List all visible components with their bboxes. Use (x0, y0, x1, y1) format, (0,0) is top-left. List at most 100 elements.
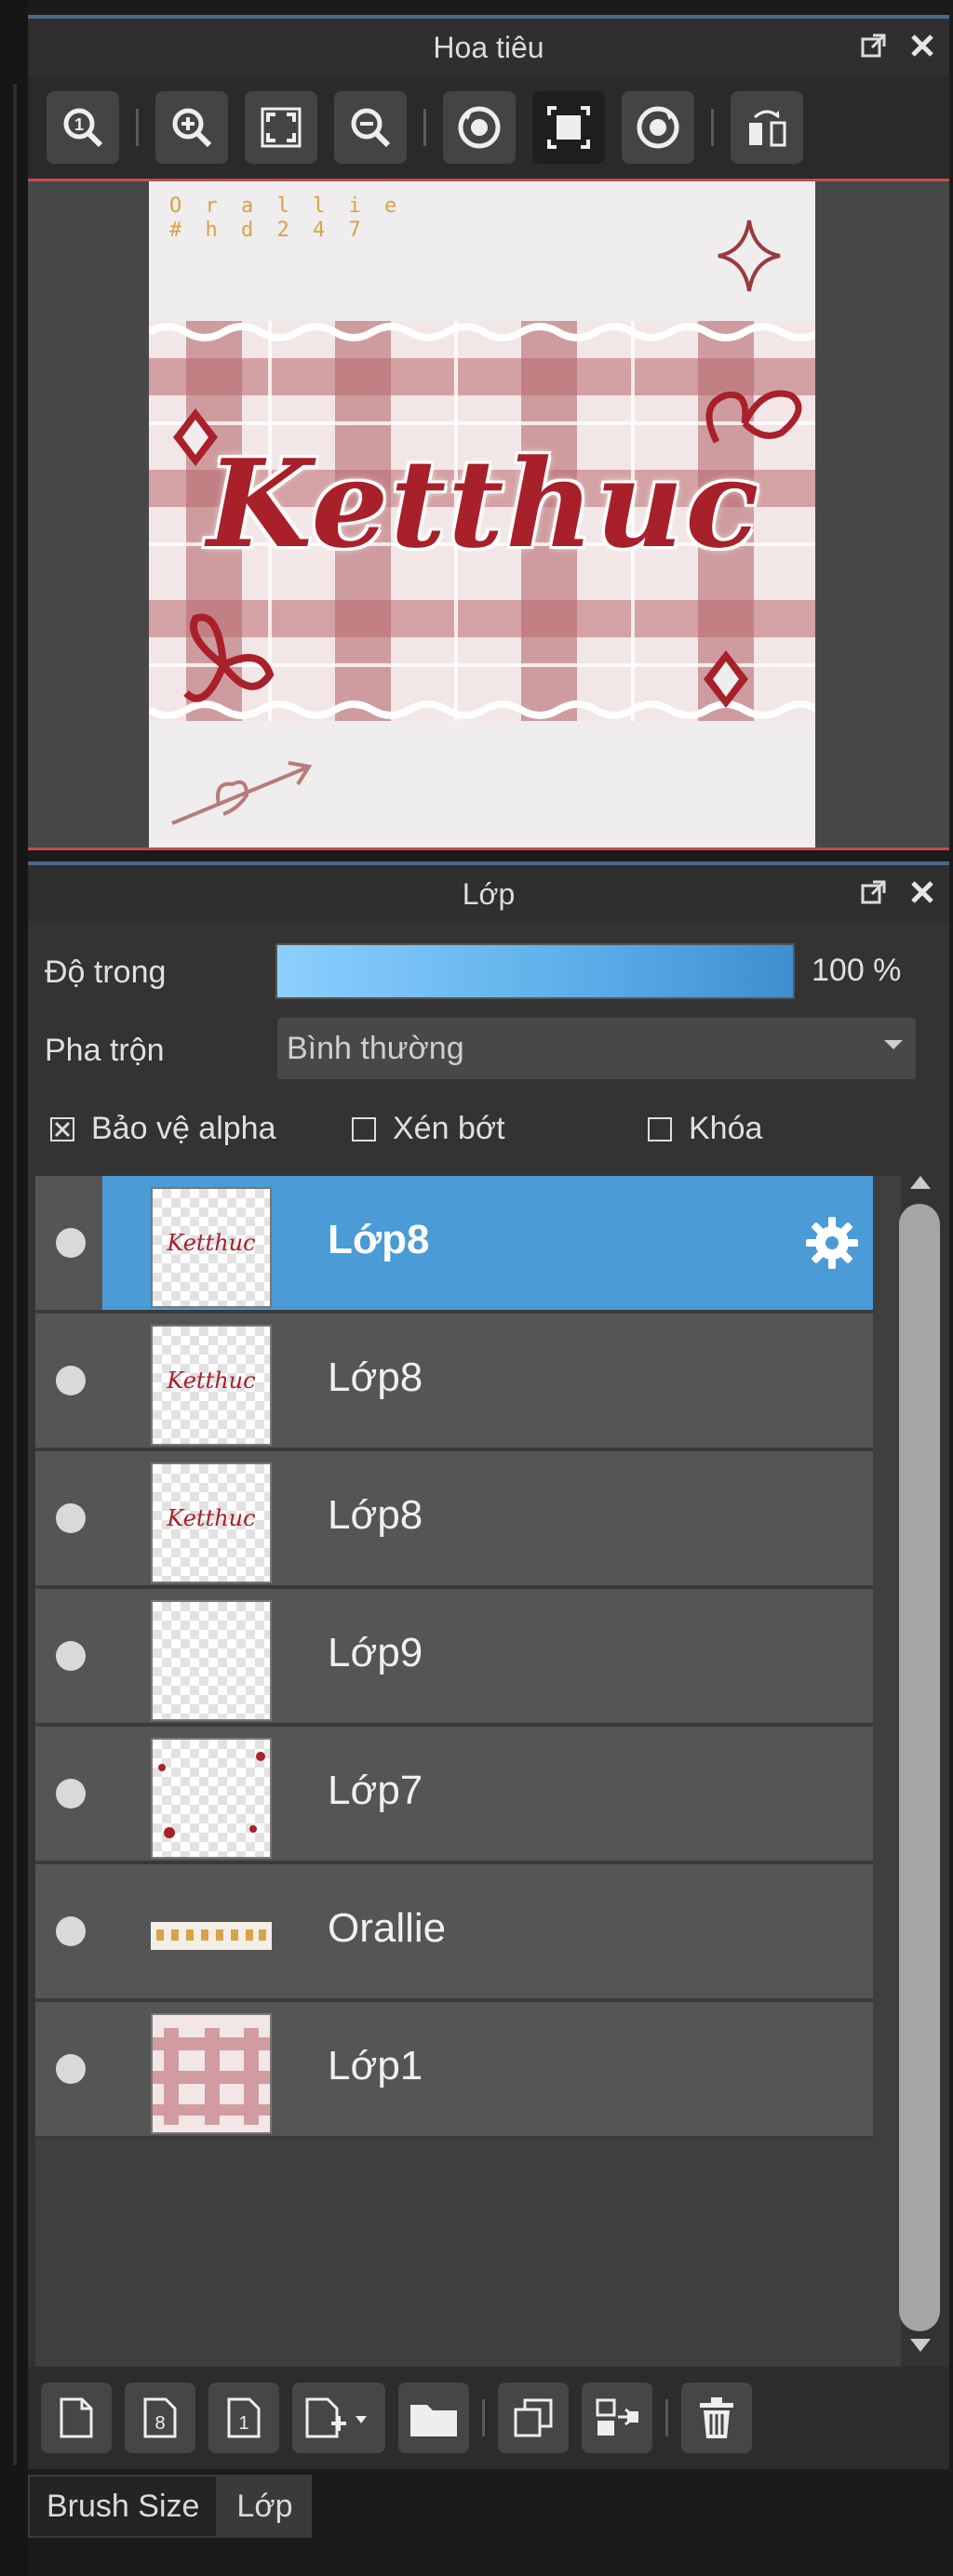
gear-icon[interactable] (802, 1213, 862, 1273)
signature-text: O r a l l i e # h d 2 4 7 (169, 194, 402, 243)
protect-alpha-label: Bảo vệ alpha (91, 1111, 276, 1146)
zoom-in-button[interactable] (155, 91, 228, 164)
zoom-out-icon (351, 108, 391, 148)
visibility-toggle[interactable] (56, 1916, 86, 1946)
new-8bit-layer-button[interactable]: 8 (125, 2382, 195, 2453)
svg-text:8: 8 (154, 2413, 165, 2434)
scrollbar-thumb[interactable] (899, 1204, 940, 2331)
checkbox-empty-icon (648, 1116, 672, 1141)
blend-mode-value: Bình thường (287, 1030, 464, 1066)
close-icon[interactable] (908, 32, 936, 60)
layer-actions-toolbar: 8 1 (28, 2367, 949, 2469)
merge-down-button[interactable] (582, 2382, 652, 2453)
navigator-panel: Hoa tiêu 1 O r a l l i e # h d 2 4 7 Ket… (28, 15, 949, 850)
layer-options-row: Bảo vệ alpha Xén bớt Khóa (28, 1111, 949, 1157)
navigator-titlebar: Hoa tiêu (28, 15, 949, 76)
plaid-thumbnail-icon (153, 2028, 270, 2125)
layer-thumbnail: Ketthuc (151, 1325, 272, 1446)
lock-checkbox[interactable]: Khóa (648, 1111, 762, 1147)
zoom-actual-icon: 1 (63, 108, 103, 148)
tab-layers[interactable]: Lớp (218, 2475, 312, 2538)
svg-text:1: 1 (238, 2413, 248, 2434)
svg-text:1: 1 (74, 115, 84, 134)
layer-row[interactable]: Ketthuc Lớp8 (35, 1176, 873, 1314)
zoom-out-button[interactable] (334, 91, 407, 164)
fit-screen-icon (261, 107, 302, 148)
fit-canvas-button[interactable] (532, 91, 605, 164)
thumbnail-text: Ketthuc (167, 1230, 256, 1256)
delete-layer-button[interactable] (681, 2382, 752, 2453)
visibility-toggle[interactable] (56, 1228, 86, 1258)
duplicate-layer-icon (514, 2398, 553, 2437)
fit-screen-button[interactable] (245, 91, 317, 164)
rotate-right-icon (637, 106, 679, 149)
layer-row[interactable]: Lớp7 (35, 1727, 873, 1864)
thumbnail-text: Ketthuc (167, 1505, 256, 1531)
add-layer-menu-button[interactable] (292, 2382, 385, 2453)
lock-label: Khóa (689, 1111, 763, 1146)
layer-name: Lớp1 (328, 2043, 423, 2089)
sparkle-decoration (718, 220, 781, 292)
add-layer-menu-icon (305, 2397, 367, 2438)
navigator-preview[interactable]: O r a l l i e # h d 2 4 7 Ketthuc (28, 179, 949, 850)
layer-row[interactable]: Lớp9 (35, 1589, 873, 1727)
toolbar-separator (665, 2399, 668, 2436)
opacity-slider[interactable] (275, 943, 795, 999)
canvas-title-word: Ketthuc (207, 433, 761, 575)
layer-row[interactable]: Ketthuc Lớp8 (35, 1451, 873, 1589)
layers-titlebar: Lớp (28, 861, 949, 923)
layer-thumbnail (151, 1875, 272, 1996)
checkbox-checked-icon (50, 1116, 74, 1141)
visibility-toggle[interactable] (56, 1641, 86, 1671)
left-divider (13, 84, 17, 2465)
popout-icon[interactable] (860, 878, 888, 906)
layer-row[interactable]: Lớp1 (35, 2002, 873, 2140)
visibility-toggle[interactable] (56, 2054, 86, 2084)
layer-list-scrollbar[interactable] (893, 1176, 940, 2367)
text-strip-thumbnail-icon (151, 1922, 272, 1950)
protect-alpha-checkbox[interactable]: Bảo vệ alpha (50, 1111, 276, 1147)
navigator-title: Hoa tiêu (433, 30, 544, 64)
layer-row[interactable]: Ketthuc Lớp8 (35, 1314, 873, 1451)
new-layer-icon (60, 2397, 93, 2438)
clipping-label: Xén bớt (393, 1111, 505, 1146)
layer-name: Lớp8 (328, 1217, 430, 1262)
scroll-down-icon[interactable] (910, 2339, 931, 2352)
flip-horizontal-icon (749, 110, 786, 147)
scroll-up-icon[interactable] (910, 1176, 931, 1189)
visibility-toggle[interactable] (56, 1779, 86, 1809)
blend-label: Pha trộn (45, 1033, 165, 1068)
tab-brush-size[interactable]: Brush Size (28, 2475, 219, 2538)
layer-list: Ketthuc Lớp8 Ketthuc Lớp8 Ketthuc Lớp8 L… (35, 1176, 901, 2367)
visibility-toggle[interactable] (56, 1503, 86, 1533)
new-1bit-layer-button[interactable]: 1 (208, 2382, 279, 2453)
rotate-right-button[interactable] (622, 91, 694, 164)
fit-canvas-icon (547, 106, 590, 149)
layers-panel: Lớp Độ trong 100 % Pha trộn Bình thường … (28, 861, 949, 2469)
opacity-label: Độ trong (45, 954, 167, 990)
layer-name: Lớp7 (328, 1768, 423, 1813)
new-1bit-layer-icon: 1 (227, 2397, 261, 2438)
layer-thumbnail: Ketthuc (151, 1462, 272, 1583)
duplicate-layer-button[interactable] (498, 2382, 569, 2453)
rotate-left-icon (458, 106, 501, 149)
visibility-toggle[interactable] (56, 1366, 86, 1395)
diamond-doodle (704, 650, 748, 708)
new-layer-button[interactable] (41, 2382, 112, 2453)
new-folder-button[interactable] (398, 2382, 469, 2453)
layer-name: Lớp9 (328, 1630, 423, 1675)
zoom-actual-button[interactable]: 1 (47, 91, 119, 164)
zoom-in-icon (172, 108, 212, 148)
close-icon[interactable] (908, 878, 936, 906)
toolbar-separator (136, 109, 139, 146)
toolbar-separator (711, 109, 714, 146)
flip-horizontal-button[interactable] (731, 91, 803, 164)
blend-mode-select[interactable]: Bình thường (277, 1018, 916, 1079)
opacity-value: 100 % (812, 953, 902, 988)
clipping-checkbox[interactable]: Xén bớt (352, 1111, 505, 1147)
left-edge-strip (0, 0, 28, 2576)
popout-icon[interactable] (860, 32, 888, 60)
layer-row[interactable]: Orallie (35, 1864, 873, 2002)
layers-title: Lớp (462, 876, 516, 911)
rotate-left-button[interactable] (443, 91, 516, 164)
